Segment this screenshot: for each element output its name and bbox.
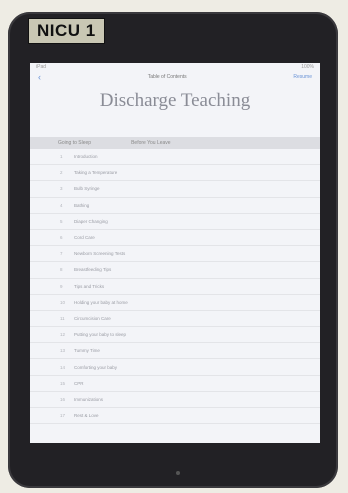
toc-item[interactable]: 1 Introduction <box>30 149 320 166</box>
toc-item[interactable]: 13 Tummy Time <box>30 343 320 360</box>
toc-item-label: Cord Care <box>74 235 95 241</box>
toc-item-number: 8 <box>60 267 63 273</box>
toc-list: 1 Introduction 2 Taking a Temperature 3 Bul… <box>30 149 320 425</box>
toc-item-number: 13 <box>60 348 66 354</box>
toc-item-number: 5 <box>60 218 63 224</box>
toc-item[interactable]: 15 CPR <box>30 376 320 392</box>
toc-item-number: 15 <box>60 380 66 386</box>
status-left: iPad <box>36 64 47 70</box>
toc-item[interactable]: 5 Diaper Changing <box>30 214 320 230</box>
toc-item-number: 14 <box>60 364 66 370</box>
toc-item-number: 2 <box>60 170 63 176</box>
toc-item[interactable]: 9 Tips and Tricks <box>30 279 320 295</box>
toc-item[interactable]: 7 Newborn Screening Tests <box>30 246 320 263</box>
toc-item[interactable]: 16 Immunizations <box>30 392 320 408</box>
toc-item-label: Tummy Time <box>74 348 100 354</box>
toc-item-number: 17 <box>60 413 66 419</box>
toc-item-label: Taking a Temperature <box>74 170 118 176</box>
toc-item-label: CPR <box>74 380 84 386</box>
nav-bar: ‹ Table of Contents Resume <box>30 71 320 83</box>
toc-item-number: 10 <box>60 299 66 305</box>
toc-item-number: 12 <box>60 332 66 338</box>
toc-item-label: Bulb Syringe <box>74 186 100 192</box>
toc-item[interactable]: 8 Breastfeeding Tips <box>30 262 320 279</box>
toc-item[interactable]: 17 Rest & Love <box>30 408 320 425</box>
home-button[interactable] <box>176 471 180 475</box>
toc-item[interactable]: 2 Taking a Temperature <box>30 165 320 182</box>
book-title: Discharge Teaching <box>99 90 251 111</box>
toc-item-number: 4 <box>60 202 63 208</box>
tablet-screen: iPad 100% ‹ Table of Contents Resume Dis… <box>30 63 320 443</box>
toc-item-label: Putting your baby to sleep <box>74 332 127 338</box>
toc-item[interactable]: 4 Bathing <box>30 198 320 214</box>
toc-item-number: 6 <box>60 235 63 241</box>
toc-item[interactable]: 11 Circumcision Care <box>30 311 320 328</box>
toc-item[interactable]: 10 Holding your baby at home <box>30 295 320 311</box>
toc-item[interactable]: 14 Comforting your baby <box>30 359 320 376</box>
section-header: Going to Sleep Before You Leave <box>30 137 320 149</box>
toc-item-label: Comforting your baby <box>74 364 118 370</box>
toc-item-label: Rest & Love <box>74 413 99 419</box>
section-header-right: Before You Leave <box>131 140 171 146</box>
toc-item-label: Introduction <box>74 154 98 160</box>
status-right: 100% <box>301 64 314 70</box>
toc-item-label: Bathing <box>74 202 90 208</box>
toc-item-label: Immunizations <box>74 396 104 402</box>
toc-item-label: Diaper Changing <box>74 218 108 224</box>
toc-item-number: 1 <box>60 154 63 160</box>
section-header-left: Going to Sleep <box>58 140 92 146</box>
toc-item-number: 16 <box>60 396 66 402</box>
toc-item[interactable]: 12 Putting your baby to sleep <box>30 327 320 344</box>
toc-item-number: 11 <box>60 315 65 321</box>
toc-item-label: Newborn Screening Tests <box>74 251 126 257</box>
toc-item[interactable]: 6 Cord Care <box>30 230 320 247</box>
toc-item-number: 7 <box>60 251 63 257</box>
resume-button[interactable]: Resume <box>293 74 312 80</box>
toc-item[interactable]: 3 Bulb Syringe <box>30 181 320 198</box>
status-bar: iPad 100% <box>30 63 320 71</box>
toc-item-label: Tips and Tricks <box>74 283 105 289</box>
nicu-sticker: NICU 1 <box>28 18 105 44</box>
toc-item-number: 3 <box>60 186 63 192</box>
toc-item-label: Breastfeeding Tips <box>74 267 112 273</box>
toc-item-label: Circumcision Care <box>74 315 111 321</box>
toc-title: Table of Contents <box>147 74 187 80</box>
toc-item-label: Holding your baby at home <box>74 299 128 305</box>
toc-item-number: 9 <box>60 283 63 289</box>
back-chevron-icon[interactable]: ‹ <box>38 72 41 82</box>
